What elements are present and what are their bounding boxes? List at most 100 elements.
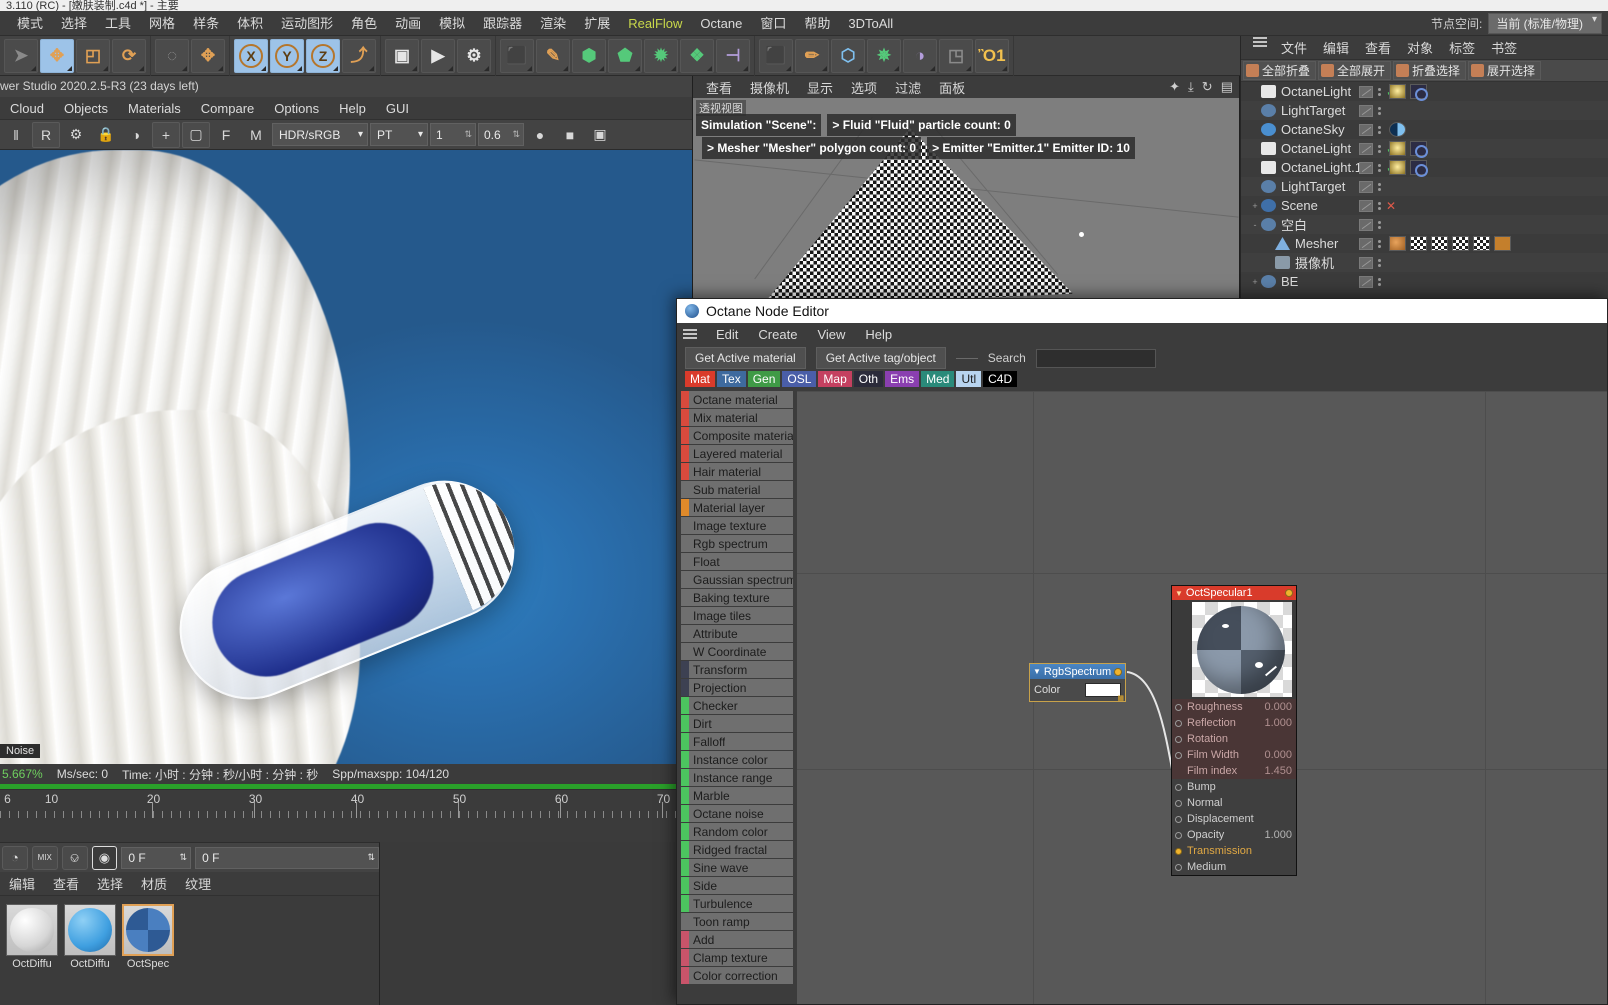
octane-toolbar[interactable]: ‖ R ⚙ 🔒 ◑ + ▢ F M HDR/sRGB PT 1 0.6 ● ■ … [0, 120, 692, 150]
timeline-controls[interactable]: ◔ MIX ⎉ ◉ 0 F 0 F [0, 842, 380, 872]
object-tag-lamp[interactable] [1389, 141, 1406, 156]
timeline-ruler[interactable]: 6 10 20 30 40 50 60 70 [0, 789, 693, 821]
object-tags[interactable] [1389, 122, 1406, 137]
param-row-normal[interactable]: Normal [1172, 795, 1296, 811]
node-palette-item[interactable]: Add [681, 931, 793, 948]
material-swatch-OctSpec[interactable]: OctSpec [122, 904, 174, 974]
objman-menu-编辑[interactable]: 编辑 [1315, 38, 1357, 57]
param-input-port[interactable] [1175, 783, 1182, 791]
object-manager-burger-icon[interactable] [1247, 36, 1267, 59]
object-row[interactable]: LightTarget [1241, 101, 1608, 120]
viewport-menubar[interactable]: ✦ ⤓ ↻ ▤ 查看 摄像机 显示 选项 过滤 面板 [693, 76, 1239, 98]
material-ball-icon[interactable]: ◑ [122, 122, 150, 148]
param-row-film-width[interactable]: Film Width 0.000 [1172, 747, 1296, 763]
get-active-tag-button[interactable]: Get Active tag/object [815, 347, 946, 369]
node-rgb-spectrum[interactable]: ▼ RgbSpectrum Color ▦ [1029, 663, 1126, 702]
object-row[interactable]: OctaneLight✓ [1241, 82, 1608, 101]
oct-specular-output-port[interactable] [1285, 589, 1293, 597]
objman-button-展开选择[interactable]: 展开选择 [1468, 61, 1542, 80]
world-coordinate-icon[interactable]: ⤴ [342, 38, 376, 73]
current-frame-field[interactable]: 0 F [121, 846, 192, 869]
object-tags[interactable] [1389, 236, 1511, 251]
object-tag-targ[interactable] [1410, 84, 1428, 101]
viewport-menu-过滤[interactable]: 过滤 [886, 78, 930, 97]
node-palette-item[interactable]: Instance range [681, 769, 793, 786]
object-row[interactable]: 摄像机 [1241, 253, 1608, 272]
viewport-menu-面板[interactable]: 面板 [930, 78, 974, 97]
node-palette-item[interactable]: Rgb spectrum [681, 535, 793, 552]
material-swatch-OctDiffu[interactable]: OctDiffu [6, 904, 58, 974]
node-menu-Help[interactable]: Help [856, 327, 901, 342]
collapse-triangle-icon[interactable]: ▼ [1175, 589, 1183, 598]
objman-menu-文件[interactable]: 文件 [1273, 38, 1315, 57]
menu-item-Octane[interactable]: Octane [691, 11, 751, 36]
octane-menu-Cloud[interactable]: Cloud [0, 101, 54, 116]
object-tag-chk2[interactable] [1431, 236, 1448, 251]
node-palette-item[interactable]: Projection [681, 679, 793, 696]
param-input-port[interactable] [1175, 847, 1182, 855]
camera-object-icon[interactable]: ◳ [939, 38, 973, 73]
array-generator-icon[interactable]: ⬟ [608, 38, 642, 73]
layer-chip[interactable] [1359, 85, 1373, 98]
visibility-dots-icon[interactable] [1378, 125, 1381, 134]
layer-chip[interactable] [1359, 199, 1373, 212]
node-canvas[interactable]: ▼ RgbSpectrum Color ▦ ▼ OctSpecular1 Rou… [797, 391, 1607, 1004]
light-object-icon[interactable]: Ὂ1 [975, 38, 1009, 73]
maximize-view-icon[interactable]: ▤ [1221, 79, 1233, 95]
node-palette-item[interactable]: Transform [681, 661, 793, 678]
focus-picker-icon[interactable]: F [212, 122, 240, 148]
objman-menu-标签[interactable]: 标签 [1441, 38, 1483, 57]
visibility-dots-icon[interactable] [1378, 277, 1381, 286]
node-editor-burger-icon[interactable] [683, 329, 697, 339]
nodespace-control[interactable]: 节点空间: 当前 (标准/物理) [1431, 11, 1602, 36]
visibility-dots-icon[interactable] [1378, 239, 1381, 248]
nodespace-dropdown[interactable]: 当前 (标准/物理) [1488, 13, 1602, 34]
node-palette-item[interactable]: Image texture [681, 517, 793, 534]
expander-icon[interactable]: + [1249, 277, 1261, 287]
node-category-Utl[interactable]: Utl [956, 371, 982, 387]
param-row-transmission[interactable]: Transmission [1172, 843, 1296, 859]
sphere-icon[interactable]: ● [526, 122, 554, 148]
node-palette-item[interactable]: Instance color [681, 751, 793, 768]
viewport-menu-选项[interactable]: 选项 [842, 78, 886, 97]
material-menu-纹理[interactable]: 纹理 [176, 874, 220, 893]
expander-icon[interactable]: + [1249, 201, 1261, 211]
visibility-dots-icon[interactable] [1378, 106, 1381, 115]
object-tag-targ[interactable] [1410, 141, 1428, 158]
param-row-rotation[interactable]: Rotation [1172, 731, 1296, 747]
object-tags[interactable] [1389, 84, 1428, 101]
node-palette-item[interactable]: Random color [681, 823, 793, 840]
material-picker-icon[interactable]: M [242, 122, 270, 148]
param-input-port[interactable] [1175, 799, 1182, 807]
live-selection-icon[interactable]: ➤ [4, 38, 38, 73]
octane-menu-Objects[interactable]: Objects [54, 101, 118, 116]
node-palette-item[interactable]: Mix material [681, 409, 793, 426]
autokeying-toggle-icon[interactable]: ◉ [91, 845, 118, 870]
object-tree[interactable]: OctaneLight✓ LightTarget OctaneSky OctaneLi… [1241, 82, 1608, 291]
node-palette-list[interactable]: Octane material Mix material Composite mat… [681, 391, 793, 1004]
layer-chip[interactable] [1359, 218, 1373, 231]
oct-specular-header[interactable]: ▼ OctSpecular1 [1172, 586, 1296, 600]
object-tag-targ[interactable] [1410, 160, 1428, 177]
node-palette-item[interactable]: Color correction [681, 967, 793, 984]
nurbs-generator-icon[interactable]: ⬢ [572, 38, 606, 73]
node-palette-item[interactable]: Octane noise [681, 805, 793, 822]
visibility-dots-icon[interactable] [1378, 144, 1381, 153]
object-visibility-controls[interactable] [1359, 256, 1381, 269]
param-row-reflection[interactable]: Reflection 1.000 [1172, 715, 1296, 731]
param-row-film-index[interactable]: Film index 1.450 [1172, 763, 1296, 779]
cube-primitive-icon[interactable]: ⬛ [500, 38, 534, 73]
resize-grip-icon[interactable]: ▦ [1117, 695, 1124, 702]
node-palette-item[interactable]: Gaussian spectrum [681, 571, 793, 588]
node-category-Ems[interactable]: Ems [885, 371, 920, 387]
menu-item-渲染[interactable]: 渲染 [531, 11, 575, 36]
material-swatch-OctDiffu[interactable]: OctDiffu [64, 904, 116, 974]
objman-button-全部展开[interactable]: 全部展开 [1318, 61, 1392, 80]
pen-spline-icon[interactable]: ✎ [536, 38, 570, 73]
node-palette-item[interactable]: Baking texture [681, 589, 793, 606]
rect-icon[interactable]: ■ [556, 122, 584, 148]
gamma-field[interactable]: 0.6 [478, 123, 524, 146]
param-row-opacity[interactable]: Opacity 1.000 [1172, 827, 1296, 843]
menu-item-3DToAll[interactable]: 3DToAll [839, 11, 902, 36]
layer-chip[interactable] [1359, 275, 1373, 288]
